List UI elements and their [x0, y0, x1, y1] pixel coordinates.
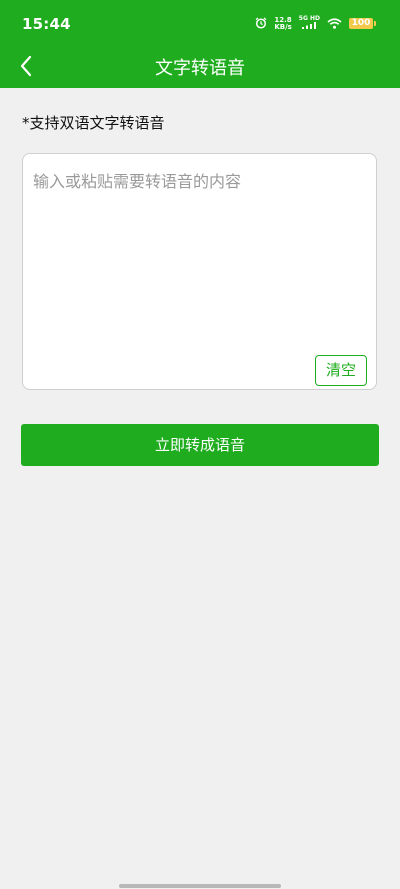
- cellular-indicator: 5G HD: [299, 16, 320, 31]
- wifi-icon: [327, 14, 342, 33]
- text-input-card: 清空: [22, 153, 377, 390]
- alarm-icon: [255, 14, 267, 33]
- battery-icon: 100: [349, 18, 376, 29]
- signal-icon: [302, 22, 317, 29]
- home-indicator[interactable]: [119, 884, 281, 888]
- status-bar: 15:44 12.8 KB/s 5G HD 100: [0, 0, 400, 44]
- convert-to-speech-button[interactable]: 立即转成语音: [21, 424, 379, 466]
- bilingual-hint: *支持双语文字转语音: [22, 114, 165, 132]
- status-time: 15:44: [22, 15, 71, 33]
- clear-button[interactable]: 清空: [315, 355, 367, 386]
- text-input[interactable]: [33, 168, 367, 358]
- status-icons: 12.8 KB/s 5G HD 100: [255, 14, 376, 33]
- page-title: 文字转语音: [155, 58, 245, 79]
- app-header: 15:44 12.8 KB/s 5G HD 100 文字转语音: [0, 0, 400, 88]
- nav-bar: 文字转语音: [0, 44, 400, 88]
- network-speed-unit: KB/s: [274, 22, 292, 31]
- network-speed: 12.8 KB/s: [274, 16, 292, 31]
- battery-level: 100: [349, 18, 373, 29]
